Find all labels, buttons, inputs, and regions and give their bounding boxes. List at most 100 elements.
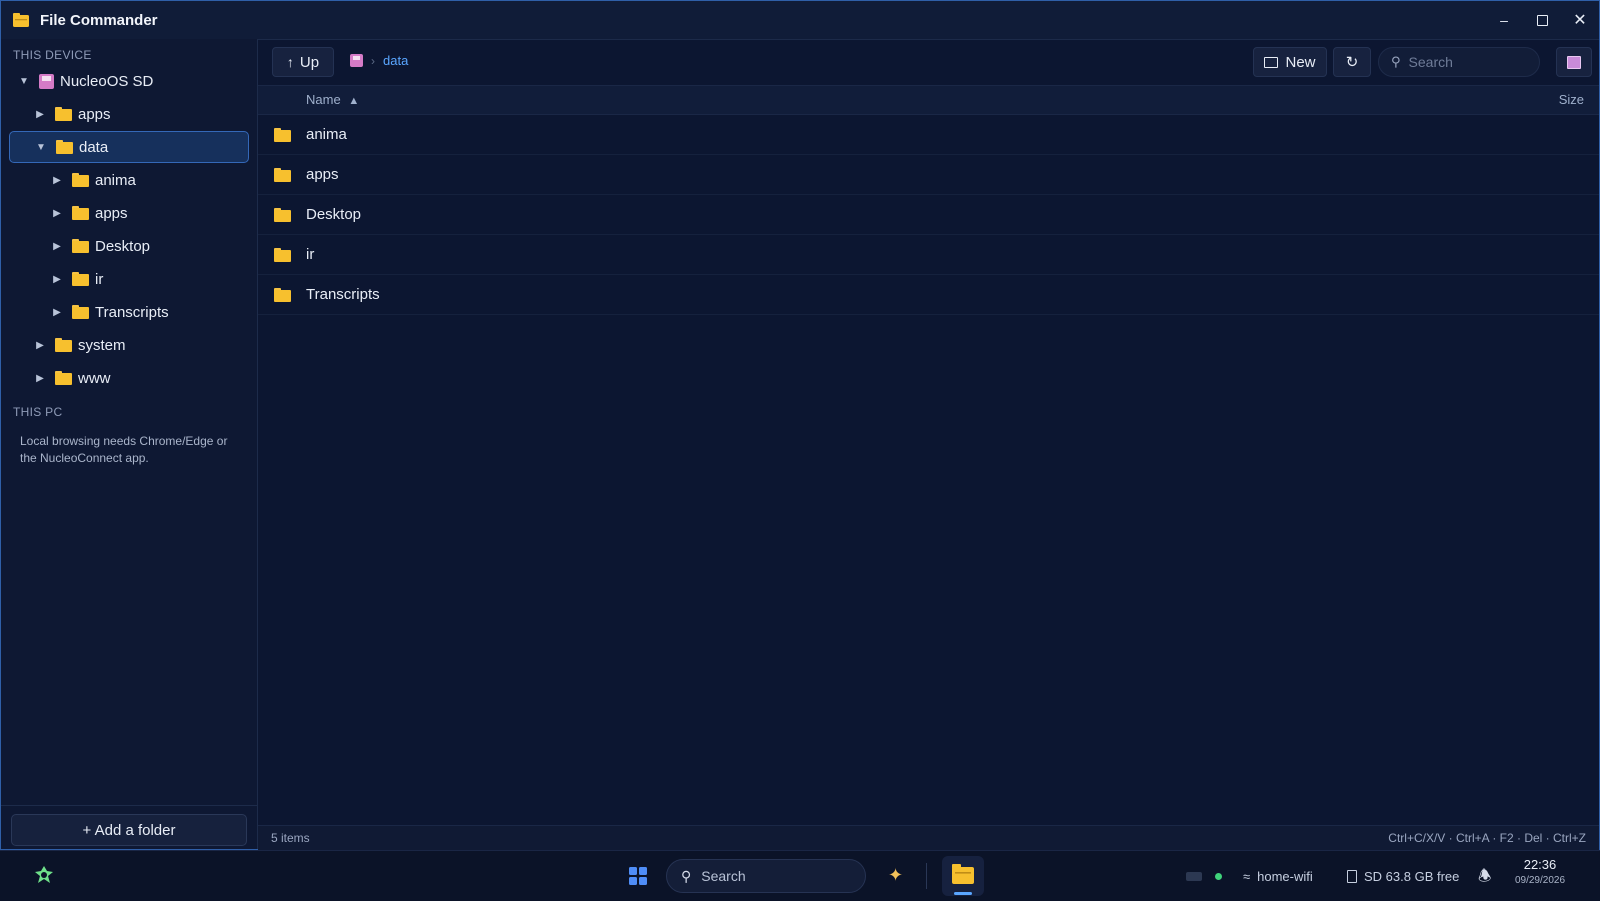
sd-card-icon — [39, 73, 54, 89]
active-indicator — [954, 892, 972, 895]
wifi-status[interactable]: ≈ home-wifi — [1243, 851, 1313, 901]
refresh-icon: ↻ — [1345, 54, 1359, 71]
refresh-button[interactable]: ↻ — [1333, 47, 1371, 77]
tree-item-label: ir — [95, 270, 104, 288]
tree-item-label: Transcripts — [95, 303, 169, 321]
file-row-ir[interactable]: ir — [258, 235, 1599, 275]
chevron-right-icon[interactable]: ▶ — [50, 307, 64, 318]
tree-item-ir[interactable]: ▶ ir — [50, 263, 245, 295]
search-icon: ⚲ — [1391, 54, 1401, 69]
sidebar: THIS DEVICE ▼ NucleoOS SD ▶ apps ▼ data … — [1, 39, 258, 849]
name-column-label: Name — [306, 92, 341, 107]
close-button[interactable]: ✕ — [1561, 1, 1599, 39]
file-row-transcripts[interactable]: Transcripts — [258, 275, 1599, 315]
tree-item-www[interactable]: ▶ www — [33, 362, 245, 394]
storage-label: SD 63.8 GB free — [1364, 868, 1460, 884]
bell-icon[interactable]: 🕭 — [1478, 866, 1491, 891]
tree-item-desktop[interactable]: ▶ Desktop — [50, 230, 245, 262]
sparkle-assistant-icon[interactable]: ✦ — [888, 865, 903, 886]
item-count: 5 items — [271, 831, 310, 845]
folder-icon — [72, 272, 89, 286]
keyboard-shortcuts: Ctrl+C/X/V · Ctrl+A · F2 · Del · Ctrl+Z — [1388, 831, 1586, 845]
new-button[interactable]: New — [1253, 47, 1327, 77]
file-name: ir — [306, 246, 315, 263]
chevron-right-icon[interactable]: ▶ — [33, 340, 47, 351]
chevron-right-icon[interactable]: ▶ — [50, 208, 64, 219]
chevron-right-icon[interactable]: ▶ — [50, 175, 64, 186]
folder-icon — [274, 127, 291, 142]
tree-item-data[interactable]: ▼ data — [9, 131, 249, 163]
folder-icon — [56, 140, 73, 154]
start-menu-icon[interactable] — [629, 867, 647, 885]
wifi-icon: ≈ — [1243, 868, 1251, 884]
tree-item-anima[interactable]: ▶ anima — [50, 164, 245, 196]
new-label: New — [1285, 53, 1316, 71]
tree-item-label: Desktop — [95, 237, 151, 255]
status-bar: 5 items Ctrl+C/X/V · Ctrl+A · F2 · Del ·… — [258, 825, 1599, 850]
maximize-icon — [1536, 14, 1548, 26]
file-name: Desktop — [306, 206, 362, 223]
folder-icon — [72, 206, 89, 220]
taskbar-search-label: Search — [701, 868, 746, 884]
taskbar-divider — [926, 863, 927, 889]
tree-item-label: apps — [78, 105, 111, 123]
list-header: Name ▲ Size — [258, 86, 1599, 115]
chevron-right-icon[interactable]: ▶ — [33, 109, 47, 120]
clock-date: 09/29/2026 — [1514, 875, 1566, 886]
taskbar-search[interactable]: ⚲ Search — [666, 859, 866, 893]
window-title: File Commander — [40, 11, 158, 29]
file-name: anima — [306, 126, 347, 143]
this-pc-heading: THIS PC — [13, 405, 63, 419]
up-button[interactable]: ↑ Up — [272, 47, 334, 77]
tree-drive-nucleoos-sd[interactable]: ▼ NucleoOS SD — [17, 65, 247, 97]
main-pane: ↑ Up › data New ↻ ⚲ Search Name ▲ Size a… — [258, 39, 1599, 850]
file-name: apps — [306, 166, 339, 183]
file-row-desktop[interactable]: Desktop — [258, 195, 1599, 235]
tree-item-label: anima — [95, 171, 136, 189]
file-row-anima[interactable]: anima — [258, 115, 1599, 155]
sd-card-outline-icon — [1347, 869, 1357, 883]
tree-item-transcripts[interactable]: ▶ Transcripts — [50, 296, 245, 328]
tree-item-apps[interactable]: ▶ apps — [33, 98, 245, 130]
chevron-right-icon[interactable]: ▶ — [33, 373, 47, 384]
add-folder-button[interactable]: + Add a folder — [11, 814, 247, 846]
tree-item-data-apps[interactable]: ▶ apps — [50, 197, 245, 229]
folder-icon — [55, 107, 72, 121]
toolbar: ↑ Up › data New ↻ ⚲ Search — [258, 39, 1599, 86]
file-row-apps[interactable]: apps — [258, 155, 1599, 195]
tree-item-label: system — [78, 336, 126, 354]
minimize-button[interactable]: – — [1485, 1, 1523, 39]
close-icon: ✕ — [1573, 12, 1587, 29]
up-label: Up — [299, 53, 320, 71]
folder-icon — [72, 173, 89, 187]
clock[interactable]: 22:36 09/29/2026 — [1495, 857, 1585, 886]
chevron-down-icon[interactable]: ▼ — [17, 76, 31, 87]
breadcrumb-separator-icon: › — [371, 53, 375, 68]
breadcrumb-current[interactable]: data — [383, 53, 408, 68]
name-column-header[interactable]: Name ▲ — [306, 92, 359, 107]
tree-item-system[interactable]: ▶ system — [33, 329, 245, 361]
folder-icon — [72, 239, 89, 253]
chevron-down-icon[interactable]: ▼ — [34, 142, 48, 153]
folder-icon — [274, 167, 291, 182]
new-folder-icon — [1264, 56, 1279, 68]
file-commander-icon — [952, 864, 974, 884]
tree-item-label: www — [78, 369, 111, 387]
file-name: Transcripts — [306, 286, 380, 303]
chevron-right-icon[interactable]: ▶ — [50, 274, 64, 285]
search-icon: ⚲ — [681, 867, 692, 884]
search-input[interactable]: ⚲ Search — [1378, 47, 1540, 77]
file-commander-taskbar-button[interactable] — [942, 856, 984, 896]
status-dot-icon — [1215, 873, 1222, 880]
folder-icon — [72, 305, 89, 319]
storage-status[interactable]: SD 63.8 GB free — [1347, 851, 1459, 901]
chevron-right-icon[interactable]: ▶ — [50, 241, 64, 252]
puzzle-app-icon[interactable] — [34, 865, 54, 885]
size-column-header[interactable]: Size — [1559, 92, 1584, 107]
search-placeholder: Search — [1408, 54, 1453, 70]
sd-card-icon[interactable] — [350, 54, 363, 67]
wifi-label: home-wifi — [1257, 868, 1313, 884]
preview-pane-button[interactable] — [1556, 47, 1592, 77]
maximize-button[interactable] — [1523, 1, 1561, 39]
title-bar[interactable]: File Commander – ✕ — [1, 1, 1599, 40]
